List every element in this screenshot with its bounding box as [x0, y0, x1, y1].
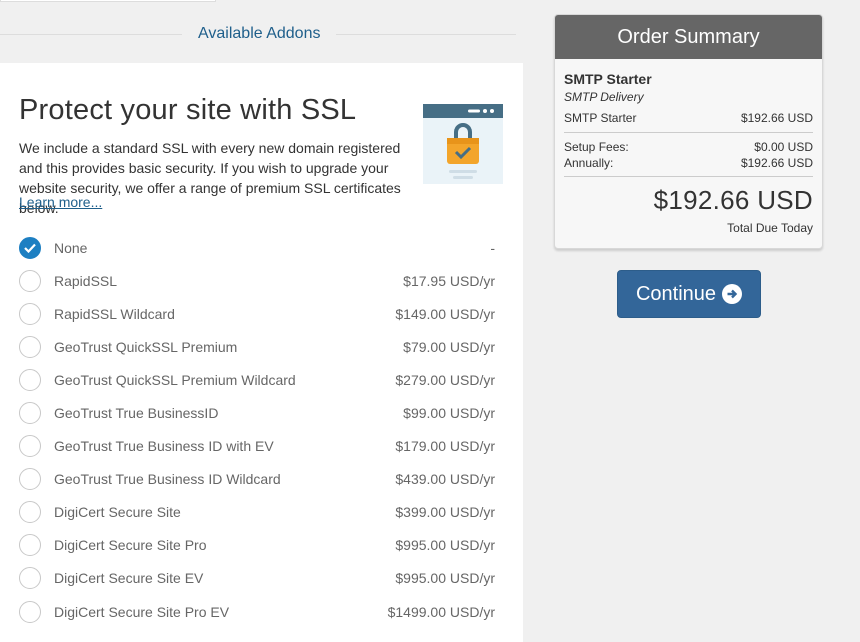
product-group: SMTP Delivery	[564, 90, 644, 104]
line-item-label: SMTP Starter	[564, 111, 637, 125]
radio-unchecked[interactable]	[19, 368, 41, 391]
radio-unchecked[interactable]	[19, 335, 41, 358]
total-due-label: Total Due Today	[727, 221, 813, 235]
ssl-option-price: $17.95 USD/yr	[403, 272, 495, 289]
ssl-option-price: $995.00 USD/yr	[395, 570, 495, 587]
ssl-option-price: $149.00 USD/yr	[395, 305, 495, 322]
ssl-options-list: None - RapidSSL $17.95 USD/yr RapidSSL W…	[19, 231, 495, 628]
ssl-option-price: $439.00 USD/yr	[395, 471, 495, 488]
radio-unchecked[interactable]	[19, 567, 41, 590]
ssl-option-price: $1499.00 USD/yr	[387, 603, 495, 620]
ssl-option-label: RapidSSL Wildcard	[54, 305, 175, 322]
ssl-option[interactable]: GeoTrust True Business ID Wildcard $439.…	[19, 463, 495, 496]
order-summary-body: SMTP Starter SMTP Delivery SMTP Starter …	[555, 59, 822, 235]
ssl-option[interactable]: GeoTrust True BusinessID $99.00 USD/yr	[19, 396, 495, 429]
line-item-value: $192.66 USD	[740, 111, 813, 125]
order-summary-title: Order Summary	[555, 15, 822, 59]
ssl-option[interactable]: RapidSSL $17.95 USD/yr	[19, 264, 495, 297]
ssl-option-price: $99.00 USD/yr	[403, 405, 495, 422]
ssl-option-label: GeoTrust QuickSSL Premium Wildcard	[54, 371, 296, 388]
setup-fees-label: Setup Fees:	[564, 140, 629, 154]
total-amount: $192.66 USD	[653, 185, 813, 215]
divider-right	[336, 33, 517, 35]
annually-value: $192.66 USD	[740, 156, 813, 170]
ssl-option-price: $995.00 USD/yr	[395, 537, 495, 554]
ssl-title: Protect your site with SSL	[19, 94, 357, 126]
ssl-lock-illustration-icon	[423, 104, 503, 184]
order-summary: Order Summary SMTP Starter SMTP Delivery…	[554, 14, 823, 249]
ssl-option[interactable]: GeoTrust QuickSSL Premium Wildcard $279.…	[19, 363, 495, 396]
ssl-option-price: $399.00 USD/yr	[395, 504, 495, 521]
continue-button[interactable]: Continue	[617, 270, 761, 318]
ssl-option-label: GeoTrust True BusinessID	[54, 405, 219, 422]
ssl-option[interactable]: DigiCert Secure Site EV $995.00 USD/yr	[19, 562, 495, 595]
radio-unchecked[interactable]	[19, 468, 41, 491]
setup-fees-value: $0.00 USD	[754, 140, 813, 154]
ssl-option[interactable]: GeoTrust True Business ID with EV $179.0…	[19, 430, 495, 463]
ssl-option-label: DigiCert Secure Site	[54, 504, 181, 521]
ssl-option[interactable]: DigiCert Secure Site Pro $995.00 USD/yr	[19, 529, 495, 562]
ssl-option-price: $179.00 USD/yr	[395, 438, 495, 455]
arrow-circle-right-icon	[722, 284, 743, 304]
radio-unchecked[interactable]	[19, 600, 41, 623]
ssl-option-label: RapidSSL	[54, 272, 118, 289]
continue-label: Continue	[635, 282, 717, 305]
ssl-option-label: None	[54, 239, 88, 256]
radio-unchecked[interactable]	[19, 302, 41, 325]
annually-row: Annually: $192.66 USD	[564, 156, 813, 177]
ssl-option-label: DigiCert Secure Site Pro	[54, 537, 207, 554]
radio-unchecked[interactable]	[19, 402, 41, 425]
ssl-option-price: $79.00 USD/yr	[403, 338, 495, 355]
product-name: SMTP Starter	[564, 71, 652, 87]
ssl-option[interactable]: None -	[19, 231, 495, 264]
learn-more-link[interactable]: Learn more...	[19, 194, 102, 210]
annually-label: Annually:	[564, 156, 614, 170]
line-item-row: SMTP Starter $192.66 USD	[564, 111, 813, 133]
ssl-option[interactable]: DigiCert Secure Site Pro EV $1499.00 USD…	[19, 595, 495, 628]
radio-checked[interactable]	[19, 236, 41, 259]
ssl-option-price: $279.00 USD/yr	[395, 371, 495, 388]
addons-header: Available Addons	[0, 14, 523, 54]
top-panel-edge	[0, 0, 216, 2]
divider-left	[0, 33, 182, 35]
ssl-option[interactable]: DigiCert Secure Site $399.00 USD/yr	[19, 496, 495, 529]
check-icon	[24, 243, 36, 253]
radio-unchecked[interactable]	[19, 534, 41, 557]
addons-title: Available Addons	[198, 25, 321, 42]
ssl-option[interactable]: RapidSSL Wildcard $149.00 USD/yr	[19, 297, 495, 330]
radio-unchecked[interactable]	[19, 269, 41, 292]
ssl-option-price: -	[490, 239, 495, 256]
setup-fees-row: Setup Fees: $0.00 USD	[564, 140, 813, 154]
ssl-option[interactable]: GeoTrust QuickSSL Premium $79.00 USD/yr	[19, 330, 495, 363]
radio-unchecked[interactable]	[19, 501, 41, 524]
radio-unchecked[interactable]	[19, 435, 41, 458]
ssl-option-label: DigiCert Secure Site EV	[54, 570, 204, 587]
ssl-option-label: DigiCert Secure Site Pro EV	[54, 603, 230, 620]
ssl-option-label: GeoTrust QuickSSL Premium	[54, 338, 238, 355]
ssl-option-label: GeoTrust True Business ID Wildcard	[54, 471, 281, 488]
ssl-option-label: GeoTrust True Business ID with EV	[54, 438, 274, 455]
ssl-panel: Protect your site with SSL We include a …	[0, 63, 523, 642]
